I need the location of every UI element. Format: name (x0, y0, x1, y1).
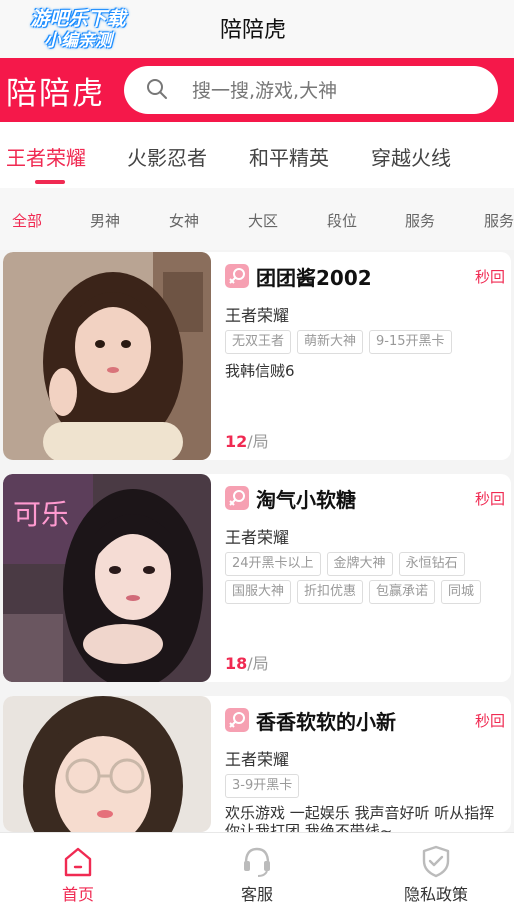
tag-list: 24开黑卡以上 金牌大神 永恒钻石 国服大神 折扣优惠 包赢承诺 同城 (225, 552, 501, 604)
shield-check-icon[interactable] (418, 843, 454, 879)
quick-reply-badge: 秒回 (474, 712, 505, 730)
tag: 国服大神 (225, 580, 292, 604)
active-tab-indicator (35, 180, 65, 184)
female-gender-icon (225, 486, 249, 510)
tag: 包赢承诺 (369, 580, 436, 604)
player-game: 王者荣耀 (225, 306, 290, 325)
svg-text:可乐: 可乐 (13, 498, 69, 531)
tag: 折扣优惠 (297, 580, 364, 604)
headset-icon[interactable] (239, 843, 275, 879)
filter-female[interactable]: 女神 (169, 210, 199, 231)
player-description: 欢乐游戏 一起娱乐 我声音好听 听从指挥 你让我打团 我绝不带线~ (225, 804, 495, 832)
filter-bar: 全部 男神 女神 大区 段位 服务 服务 (0, 188, 514, 250)
search-input[interactable] (190, 76, 484, 106)
tab-peace-elite[interactable]: 和平精英 (249, 142, 329, 171)
home-icon[interactable] (60, 843, 96, 879)
tag: 萌新大神 (297, 330, 364, 354)
filter-region[interactable]: 大区 (248, 210, 278, 231)
tag-list: 无双王者 萌新大神 9-15开黑卡 (225, 330, 501, 354)
player-game: 王者荣耀 (225, 750, 290, 769)
player-photo[interactable] (3, 252, 211, 460)
watermark-logo: 游吧乐下载 小编亲测 (8, 8, 148, 56)
female-gender-icon (225, 264, 249, 288)
player-card[interactable]: 可乐 淘气小软糖 秒回 王者荣耀 24开黑卡以上 金牌大神 永恒钻石 国服大神 … (3, 474, 511, 682)
search-icon[interactable] (146, 78, 168, 100)
player-photo-image (3, 696, 211, 832)
player-card[interactable]: 团团酱2002 秒回 王者荣耀 无双王者 萌新大神 9-15开黑卡 我韩信贼6 … (3, 252, 511, 460)
bottom-nav: 首页 客服 隐私政策 (0, 832, 514, 906)
tab-crossfire[interactable]: 穿越火线 (371, 142, 451, 171)
tag: 无双王者 (225, 330, 292, 354)
player-card[interactable]: 香香软软的小新 秒回 王者荣耀 3-9开黑卡 欢乐游戏 一起娱乐 我声音好听 听… (3, 696, 511, 832)
watermark-line2: 小编亲测 (44, 31, 112, 51)
player-game: 王者荣耀 (225, 528, 290, 547)
player-photo[interactable] (3, 696, 211, 832)
search-box[interactable] (124, 66, 498, 114)
tag: 3-9开黑卡 (225, 774, 300, 798)
title-bar: 游吧乐下载 小编亲测 陪陪虎 (0, 0, 514, 58)
nav-support-label: 客服 (240, 885, 273, 904)
filter-male[interactable]: 男神 (90, 210, 120, 231)
nav-privacy[interactable]: 隐私政策 (376, 833, 496, 906)
tag: 24开黑卡以上 (225, 552, 321, 576)
page-title: 陪陪虎 (220, 18, 287, 43)
player-name: 香香软软的小新 (256, 710, 396, 734)
player-photo-image: 可乐 (3, 474, 211, 682)
filter-rank[interactable]: 段位 (327, 210, 357, 231)
price-value: 18 (225, 654, 248, 673)
price-unit: /局 (247, 654, 269, 673)
tag-list: 3-9开黑卡 (225, 774, 501, 798)
search-bar: 陪陪虎 (0, 58, 514, 122)
filter-all[interactable]: 全部 (12, 210, 42, 231)
filter-service[interactable]: 服务 (405, 210, 435, 231)
filter-service-2[interactable]: 服务 (484, 210, 514, 231)
nav-home[interactable]: 首页 (18, 833, 138, 906)
player-photo-image (3, 252, 211, 460)
brand-logo: 陪陪虎 (6, 76, 105, 112)
tag: 永恒钻石 (398, 552, 465, 576)
tag: 9-15开黑卡 (369, 330, 452, 354)
tab-honor-of-kings[interactable]: 王者荣耀 (6, 142, 86, 171)
player-name: 淘气小软糖 (256, 488, 356, 512)
player-description: 我韩信贼6 (225, 362, 295, 380)
tag: 同城 (441, 580, 482, 604)
nav-support[interactable]: 客服 (197, 833, 317, 906)
nav-privacy-label: 隐私政策 (403, 885, 468, 904)
player-photo[interactable]: 可乐 (3, 474, 211, 682)
player-name: 团团酱2002 (256, 266, 372, 290)
game-tabs: 王者荣耀 火影忍者 和平精英 穿越火线 (0, 122, 514, 188)
quick-reply-badge: 秒回 (474, 490, 505, 508)
tab-naruto[interactable]: 火影忍者 (127, 142, 207, 171)
price: 12/局 (225, 428, 269, 452)
tag: 金牌大神 (326, 552, 393, 576)
price-value: 12 (225, 432, 248, 451)
nav-home-label: 首页 (61, 885, 94, 904)
price: 18/局 (225, 650, 269, 674)
watermark-line1: 游吧乐下载 (30, 8, 126, 30)
price-unit: /局 (247, 432, 269, 451)
quick-reply-badge: 秒回 (474, 268, 505, 286)
female-gender-icon (225, 708, 249, 732)
